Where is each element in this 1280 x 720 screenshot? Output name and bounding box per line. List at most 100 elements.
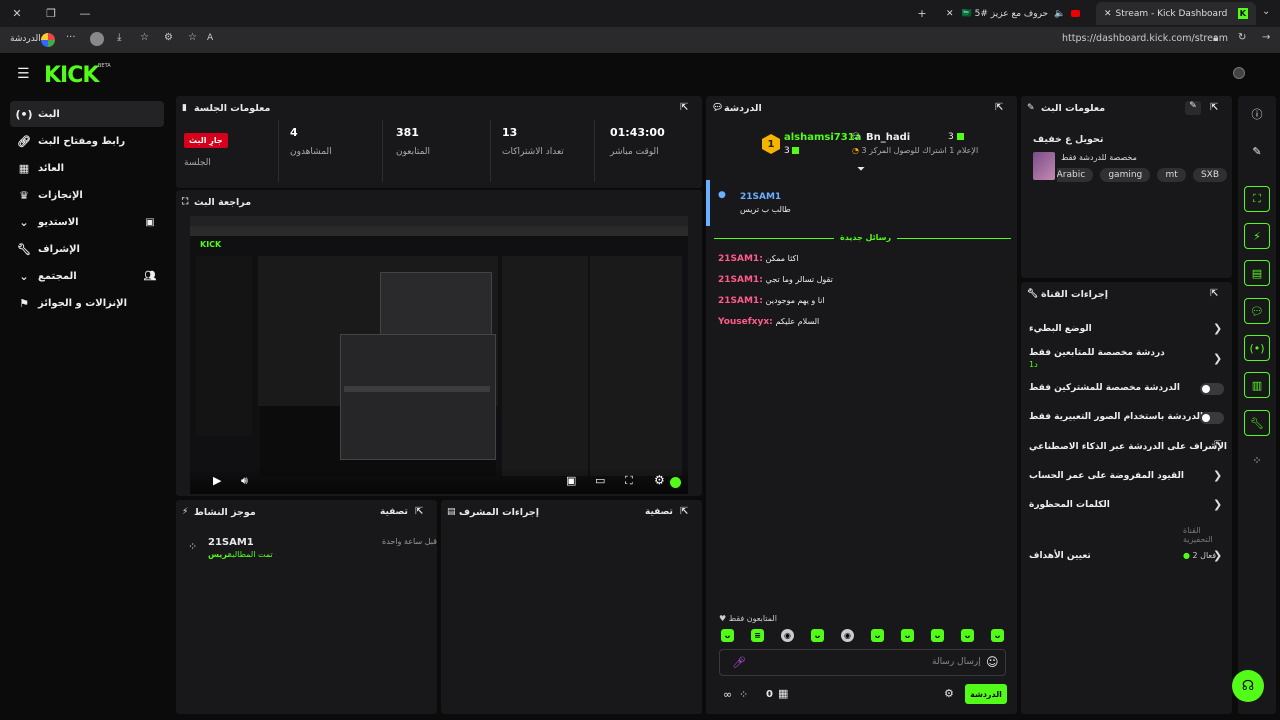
chat-input[interactable]: 🎤︎ إرسال رسالة ☺	[719, 649, 1006, 676]
tab-kick-dashboard[interactable]: ✕ Stream - Kick Dashboard K	[1096, 2, 1256, 25]
chat-icon[interactable]: 💬︎	[1244, 298, 1270, 324]
popout-icon[interactable]: ⇱	[680, 506, 692, 518]
read-aloud-icon[interactable]: A	[207, 33, 213, 43]
emote-icon[interactable]: ᴗ	[901, 629, 914, 642]
tab-list-icon[interactable]: ⌄	[1262, 6, 1270, 17]
minimize-window-button[interactable]: —	[68, 0, 102, 27]
chat-username[interactable]: 21SAM1:	[718, 275, 763, 285]
fullscreen-icon[interactable]: ⛶	[625, 474, 633, 488]
extension-icon[interactable]	[90, 32, 104, 46]
sidebar-item-stream[interactable]: (•) البث	[10, 101, 164, 127]
link-icon: 🔗︎	[17, 134, 31, 148]
close-tab-icon[interactable]: ✕	[1104, 9, 1112, 19]
popout-icon[interactable]: ⇱	[415, 506, 427, 518]
sidebar-item-community[interactable]: ⌄ المجتمع 👥︎	[10, 263, 164, 289]
theater-icon[interactable]: ▭	[595, 474, 605, 487]
tab-youtube[interactable]: ✕ حروف مع عزيز #5 🇸🇦 عادل واد 🔈	[938, 2, 1088, 25]
tags-row: SXB mt gaming Arabic	[1057, 168, 1227, 182]
layout-icon[interactable]: ▥	[1244, 372, 1270, 398]
info-icon[interactable]: ⓘ	[1244, 101, 1270, 127]
category-thumbnail[interactable]	[1033, 152, 1055, 180]
emote-icon[interactable]: ᴗ	[721, 629, 734, 642]
filter-button[interactable]: تصفية	[645, 507, 673, 517]
section-label: القناة التحفيزية	[1183, 526, 1213, 544]
hamburger-menu-icon[interactable]: ☰	[17, 66, 30, 82]
panel-title: إجراءات المشرف	[459, 506, 540, 518]
rank-badge: 1	[762, 134, 780, 154]
emote-icon[interactable]: ᴗ	[991, 629, 1004, 642]
sidebar-item-stream-key[interactable]: 🔗︎ رابط ومفتاح البث	[10, 128, 164, 154]
close-tab-icon[interactable]: ✕	[946, 9, 954, 19]
users-icon[interactable]: ⁘	[739, 688, 748, 701]
refresh-icon[interactable]: ↻	[1238, 32, 1246, 43]
sidebar-item-revenue[interactable]: ▦ العائد	[10, 155, 164, 181]
tag-chip[interactable]: Arabic	[1057, 168, 1094, 182]
puzzle-icon[interactable]: ⚙	[164, 32, 173, 43]
chat-settings-icon[interactable]: ⚙	[944, 687, 954, 700]
play-icon[interactable]: ▶	[213, 474, 221, 487]
chat-username[interactable]: 21SAM1:	[718, 296, 763, 306]
volume-icon[interactable]: 🔊︎	[241, 474, 248, 488]
user-avatar[interactable]	[1233, 67, 1245, 79]
popout-icon[interactable]: ⇱	[995, 102, 1007, 114]
download-icon[interactable]: ⤓	[117, 32, 121, 43]
broadcast-icon[interactable]: (•)	[1244, 335, 1270, 361]
expand-leaderboard-icon[interactable]: ⏷	[857, 164, 865, 175]
popout-icon[interactable]: ⇱	[1210, 102, 1222, 114]
chat-message: 21SAM1: انا و يهم موجودين	[718, 296, 825, 306]
emote-icon[interactable]: ◉	[841, 629, 854, 642]
emote-icon[interactable]: ≡	[751, 629, 764, 642]
subscribers-only-toggle[interactable]	[1200, 383, 1224, 395]
kick-logo[interactable]: KICK	[44, 63, 99, 88]
chat-username[interactable]: 21SAM1:	[718, 254, 763, 264]
sidebar-item-moderation[interactable]: 🔧︎ الإشراف	[10, 236, 164, 262]
emote-icon[interactable]: ᴗ	[871, 629, 884, 642]
chat-username[interactable]: Yousefxyx:	[718, 317, 773, 327]
profile-label[interactable]: الدردشة	[10, 34, 41, 44]
star-icon[interactable]: ☆	[188, 32, 197, 43]
sidebar-item-achievements[interactable]: ♛ الإنجازات	[10, 182, 164, 208]
copilot-icon[interactable]	[41, 33, 55, 47]
wrench-icon[interactable]: 🔧︎	[1244, 410, 1270, 436]
emote-icon[interactable]: ᴗ	[931, 629, 944, 642]
sidebar-item-studio[interactable]: ⌄ الاستديو ▣	[10, 209, 164, 235]
emoji-icon[interactable]: ☺	[986, 655, 999, 669]
more-icon[interactable]: ···	[66, 32, 76, 43]
goals-value: ● فعال 2	[1183, 551, 1216, 560]
stream-preview-video[interactable]: KICK ▶ 🔊︎ ▣ ▭ ⛶ ⚙	[190, 216, 688, 494]
emote-icon[interactable]: ᴗ	[811, 629, 824, 642]
support-button[interactable]: ☊	[1232, 670, 1264, 702]
settings-icon[interactable]: ⚙	[654, 473, 665, 487]
url-field[interactable]: https://dashboard.kick.com/stream	[1062, 33, 1228, 44]
emote-icon[interactable]: ◉	[781, 629, 794, 642]
send-chat-button[interactable]: الدردشة	[965, 684, 1007, 704]
store-icon[interactable]: ▦	[778, 687, 788, 700]
users-icon[interactable]: ⁘	[1244, 447, 1270, 473]
infinity-icon[interactable]: ∞	[723, 688, 732, 701]
new-tab-button[interactable]: +	[905, 0, 939, 27]
activity-user[interactable]: 21SAM1	[208, 537, 254, 548]
popout-icon[interactable]: ⇱	[680, 102, 692, 114]
tag-chip[interactable]: SXB	[1192, 168, 1227, 182]
document-icon[interactable]: ▤	[1244, 260, 1270, 286]
filter-button[interactable]: تصفية	[380, 507, 408, 517]
tab-title: حروف مع عزيز #5 🇸🇦 عادل واد	[961, 8, 1049, 19]
popout-icon[interactable]: ⇱	[1210, 288, 1222, 300]
favorites-icon[interactable]: ☆	[140, 32, 149, 43]
preview-icon[interactable]: ⛶	[1244, 186, 1270, 212]
lightning-icon[interactable]: ⚡︎	[1244, 223, 1270, 249]
pip-icon[interactable]: ▣	[566, 474, 576, 487]
edit-icon[interactable]: ✎	[1244, 138, 1270, 164]
tag-chip[interactable]: mt	[1157, 168, 1186, 182]
pinned-user[interactable]: 21SAM1	[740, 192, 781, 202]
forward-icon[interactable]: →	[1262, 32, 1270, 43]
category-name[interactable]: مخصصة للدردشة فقط	[1061, 153, 1137, 162]
emote-icon[interactable]: ᴗ	[961, 629, 974, 642]
sidebar-item-drops[interactable]: ⚑ الإنزالات و الجوائز	[10, 290, 164, 316]
close-window-button[interactable]: ✕	[0, 0, 34, 27]
edit-button[interactable]: ✎	[1185, 101, 1201, 115]
tag-chip[interactable]: gaming	[1100, 168, 1151, 182]
microphone-icon[interactable]: 🎤︎	[732, 656, 746, 669]
restore-window-button[interactable]: ❐	[34, 0, 68, 27]
emote-only-toggle[interactable]	[1200, 412, 1224, 424]
